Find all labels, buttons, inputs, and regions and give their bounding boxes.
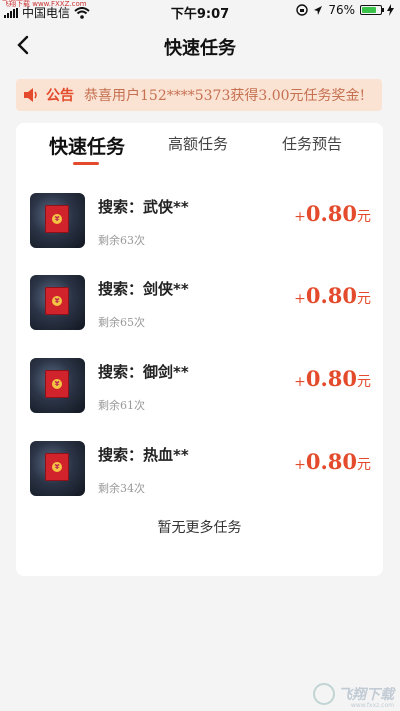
page-title: 快速任务	[164, 38, 236, 59]
task-title: 搜索：武侠**	[98, 198, 189, 216]
reward-unit: 元	[357, 374, 371, 390]
announcement-label: 公告	[46, 88, 74, 104]
watermark-sub: www.fxxz.com	[350, 702, 394, 709]
watermark-text: 飞翔下载	[338, 687, 394, 703]
battery-percent: 76%	[328, 3, 355, 17]
reward-unit: 元	[357, 457, 371, 473]
task-reward: +0.80元	[294, 283, 371, 308]
task-remaining: 剩余65次	[98, 316, 145, 329]
status-bar: 飞翔下载 www.FXXZ.com 中国电信 下午9:07 76%	[0, 0, 400, 22]
reward-amount: 0.80	[305, 366, 357, 391]
task-reward: +0.80元	[294, 449, 371, 474]
speaker-icon	[24, 88, 37, 102]
task-title: 搜索：御剑**	[98, 363, 189, 381]
active-tab-indicator	[73, 162, 99, 165]
watermark-icon	[313, 683, 335, 705]
reward-plus: +	[294, 374, 306, 390]
task-thumbnail: ¥	[30, 193, 85, 248]
task-item[interactable]: ¥ 搜索：剑侠** 剩余65次 +0.80元	[16, 275, 383, 345]
reward-plus: +	[294, 457, 306, 473]
reward-plus: +	[294, 291, 306, 307]
tab-task-preview[interactable]: 任务预告	[282, 133, 342, 154]
task-item[interactable]: ¥ 搜索：热血** 剩余34次 +0.80元	[16, 441, 383, 511]
nav-bar: 快速任务	[0, 22, 400, 68]
announcement-text: 恭喜用户152****5373获得3.00元任务奖金!	[84, 88, 366, 104]
task-title: 搜索：热血**	[98, 446, 189, 464]
charging-icon	[387, 4, 394, 16]
task-remaining: 剩余61次	[98, 399, 145, 412]
reward-amount: 0.80	[305, 283, 357, 308]
battery-icon	[360, 5, 384, 15]
task-title: 搜索：剑侠**	[98, 280, 189, 298]
location-icon	[314, 5, 323, 15]
watermark-logo: 飞翔下载 www.fxxz.com	[313, 683, 394, 709]
task-item[interactable]: ¥ 搜索：武侠** 剩余63次 +0.80元	[16, 193, 383, 263]
tab-high-value-tasks[interactable]: 高额任务	[168, 133, 228, 154]
status-right: 76%	[296, 3, 394, 17]
task-thumbnail: ¥	[30, 275, 85, 330]
rotation-lock-icon	[296, 4, 309, 16]
reward-amount: 0.80	[305, 201, 357, 226]
task-reward: +0.80元	[294, 366, 371, 391]
tab-quick-tasks[interactable]: 快速任务	[49, 132, 125, 159]
task-item[interactable]: ¥ 搜索：御剑** 剩余61次 +0.80元	[16, 358, 383, 428]
task-thumbnail: ¥	[30, 358, 85, 413]
task-thumbnail: ¥	[30, 441, 85, 496]
reward-plus: +	[294, 209, 306, 225]
task-card: 快速任务 高额任务 任务预告 ¥ 搜索：武侠** 剩余63次 +0.80元 ¥ …	[16, 123, 383, 576]
reward-amount: 0.80	[305, 449, 357, 474]
reward-unit: 元	[357, 291, 371, 307]
task-reward: +0.80元	[294, 201, 371, 226]
task-tabs: 快速任务 高额任务 任务预告	[16, 123, 383, 167]
task-remaining: 剩余63次	[98, 234, 145, 247]
no-more-tasks-text: 暂无更多任务	[157, 520, 242, 536]
announcement-banner[interactable]: 公告 恭喜用户152****5373获得3.00元任务奖金!	[16, 79, 382, 111]
task-remaining: 剩余34次	[98, 482, 145, 495]
reward-unit: 元	[357, 209, 371, 225]
